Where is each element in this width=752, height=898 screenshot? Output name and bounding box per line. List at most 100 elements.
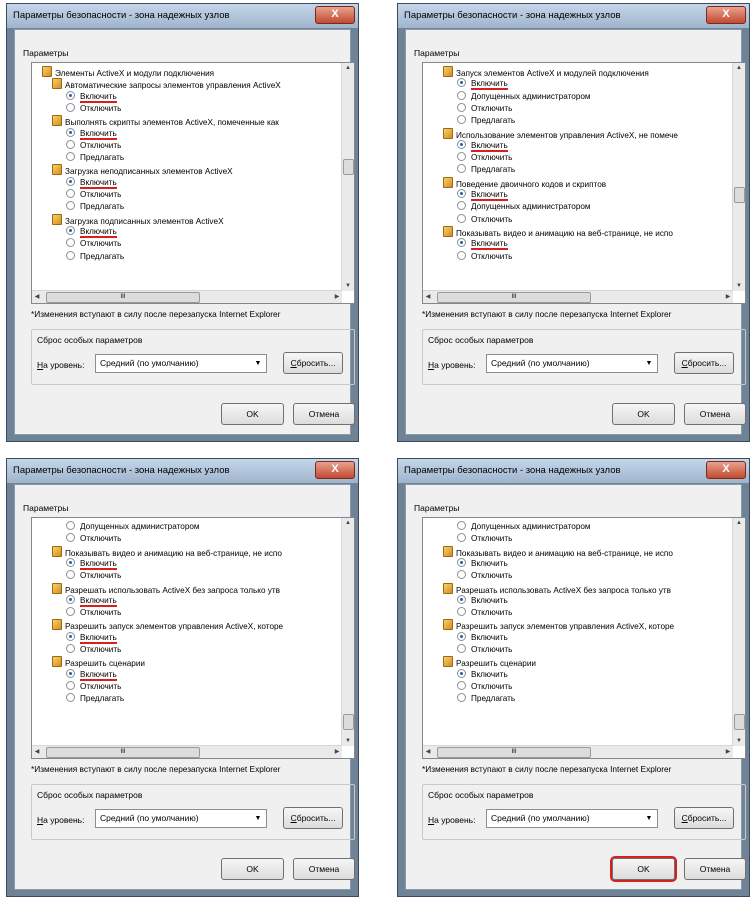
setting-radio-option[interactable]: Допущенных администратором: [457, 521, 591, 533]
title-bar[interactable]: Параметры безопасности - зона надежных у…: [7, 459, 358, 483]
radio-selected-icon[interactable]: [457, 189, 466, 198]
cancel-button[interactable]: Отмена: [293, 403, 355, 425]
vertical-scroll-thumb[interactable]: [734, 187, 745, 203]
setting-radio-option[interactable]: Включить: [457, 668, 508, 681]
setting-radio-option[interactable]: Отключить: [66, 102, 121, 115]
settings-list[interactable]: Элементы ActiveX и модули подключения Авт…: [31, 62, 355, 304]
setting-radio-option[interactable]: Включить: [66, 631, 117, 644]
reset-button[interactable]: Сбросить...: [283, 807, 343, 829]
horizontal-scrollbar[interactable]: ◀ III ▶: [423, 290, 733, 303]
horizontal-scroll-thumb[interactable]: III: [46, 747, 200, 758]
scroll-up-icon[interactable]: ▲: [733, 518, 745, 528]
setting-radio-option[interactable]: Отключить: [66, 644, 121, 656]
horizontal-scrollbar[interactable]: ◀ III ▶: [423, 745, 733, 758]
setting-radio-option[interactable]: Предлагать: [457, 115, 515, 127]
radio-unselected-icon[interactable]: [457, 152, 466, 162]
setting-radio-option[interactable]: Включить: [457, 189, 508, 201]
setting-radio-option[interactable]: Отключить: [457, 570, 512, 582]
horizontal-scrollbar[interactable]: ◀ III ▶: [32, 290, 342, 303]
radio-unselected-icon[interactable]: [457, 201, 466, 211]
scroll-down-icon[interactable]: ▼: [733, 736, 745, 746]
reset-button[interactable]: Сбросить...: [674, 352, 734, 374]
scroll-down-icon[interactable]: ▼: [342, 736, 354, 746]
setting-radio-option[interactable]: Включить: [66, 594, 117, 607]
radio-selected-icon[interactable]: [66, 594, 75, 604]
vertical-scroll-thumb[interactable]: [343, 714, 354, 730]
radio-selected-icon[interactable]: [457, 594, 466, 604]
vertical-scrollbar[interactable]: ▲ ▼: [341, 63, 354, 291]
radio-unselected-icon[interactable]: [66, 521, 75, 530]
setting-radio-option[interactable]: Включить: [66, 225, 117, 238]
horizontal-scroll-thumb[interactable]: III: [437, 292, 591, 303]
cancel-button[interactable]: Отмена: [684, 858, 746, 880]
setting-radio-option[interactable]: Отключить: [457, 644, 512, 656]
vertical-scrollbar[interactable]: ▲ ▼: [341, 518, 354, 746]
radio-selected-icon[interactable]: [66, 90, 75, 100]
setting-radio-option[interactable]: Предлагать: [66, 201, 124, 213]
setting-radio-option[interactable]: Допущенных администратором: [457, 201, 591, 213]
radio-unselected-icon[interactable]: [457, 570, 466, 580]
setting-radio-option[interactable]: Включить: [66, 176, 117, 189]
setting-radio-option[interactable]: Предлагать: [66, 250, 124, 263]
radio-unselected-icon[interactable]: [457, 102, 466, 112]
scroll-up-icon[interactable]: ▲: [733, 63, 745, 73]
radio-selected-icon[interactable]: [457, 78, 466, 88]
setting-radio-option[interactable]: Включить: [457, 631, 508, 644]
radio-unselected-icon[interactable]: [66, 152, 75, 162]
ok-button[interactable]: OK: [612, 403, 675, 425]
setting-radio-option[interactable]: Предлагать: [66, 693, 124, 705]
vertical-scroll-thumb[interactable]: [734, 714, 745, 730]
radio-unselected-icon[interactable]: [457, 213, 466, 223]
radio-unselected-icon[interactable]: [457, 644, 466, 653]
scroll-left-icon[interactable]: ◀: [32, 746, 42, 758]
radio-selected-icon[interactable]: [457, 668, 466, 678]
vertical-scrollbar[interactable]: ▲ ▼: [732, 63, 745, 291]
radio-unselected-icon[interactable]: [66, 250, 75, 260]
radio-unselected-icon[interactable]: [66, 607, 75, 617]
radio-selected-icon[interactable]: [457, 631, 466, 641]
ok-button[interactable]: OK: [221, 403, 284, 425]
setting-radio-option[interactable]: Отключить: [66, 607, 121, 619]
radio-selected-icon[interactable]: [66, 127, 75, 137]
scroll-up-icon[interactable]: ▲: [342, 63, 354, 73]
setting-radio-option[interactable]: Предлагать: [66, 152, 124, 164]
scroll-right-icon[interactable]: ▶: [332, 746, 342, 758]
setting-radio-option[interactable]: Включить: [457, 139, 508, 152]
radio-selected-icon[interactable]: [457, 139, 466, 149]
radio-selected-icon[interactable]: [66, 225, 75, 235]
setting-radio-option[interactable]: Отключить: [457, 213, 512, 226]
setting-radio-option[interactable]: Отключить: [66, 189, 121, 201]
radio-selected-icon[interactable]: [457, 238, 466, 248]
radio-selected-icon[interactable]: [66, 668, 75, 678]
radio-unselected-icon[interactable]: [66, 201, 75, 211]
scroll-right-icon[interactable]: ▶: [723, 746, 733, 758]
setting-radio-option[interactable]: Предлагать: [457, 693, 515, 705]
reset-button[interactable]: Сбросить...: [674, 807, 734, 829]
cancel-button[interactable]: Отмена: [293, 858, 355, 880]
title-bar[interactable]: Параметры безопасности - зона надежных у…: [7, 4, 358, 28]
radio-selected-icon[interactable]: [66, 631, 75, 641]
radio-unselected-icon[interactable]: [457, 250, 466, 260]
setting-radio-option[interactable]: Допущенных администратором: [66, 521, 200, 533]
scroll-up-icon[interactable]: ▲: [342, 518, 354, 528]
level-select[interactable]: Средний (по умолчанию) ▼: [95, 354, 267, 373]
scroll-down-icon[interactable]: ▼: [733, 281, 745, 291]
ok-button[interactable]: OK: [221, 858, 284, 880]
close-button[interactable]: X: [706, 6, 746, 24]
setting-radio-option[interactable]: Отключить: [457, 533, 512, 545]
setting-radio-option[interactable]: Отключить: [66, 570, 121, 582]
scroll-left-icon[interactable]: ◀: [423, 746, 433, 758]
settings-list[interactable]: Запуск элементов ActiveX и модулей подкл…: [422, 62, 746, 304]
radio-unselected-icon[interactable]: [457, 521, 466, 530]
setting-radio-option[interactable]: Отключить: [457, 250, 512, 263]
radio-unselected-icon[interactable]: [457, 693, 466, 703]
setting-radio-option[interactable]: Отключить: [457, 102, 512, 115]
level-select[interactable]: Средний (по умолчанию) ▼: [486, 809, 658, 828]
setting-radio-option[interactable]: Отключить: [66, 533, 121, 545]
settings-list[interactable]: Допущенных администратором Отключить Показ…: [31, 517, 355, 759]
setting-radio-option[interactable]: Отключить: [457, 680, 512, 693]
radio-unselected-icon[interactable]: [66, 680, 75, 690]
level-select[interactable]: Средний (по умолчанию) ▼: [486, 354, 658, 373]
horizontal-scrollbar[interactable]: ◀ III ▶: [32, 745, 342, 758]
radio-selected-icon[interactable]: [66, 176, 75, 186]
